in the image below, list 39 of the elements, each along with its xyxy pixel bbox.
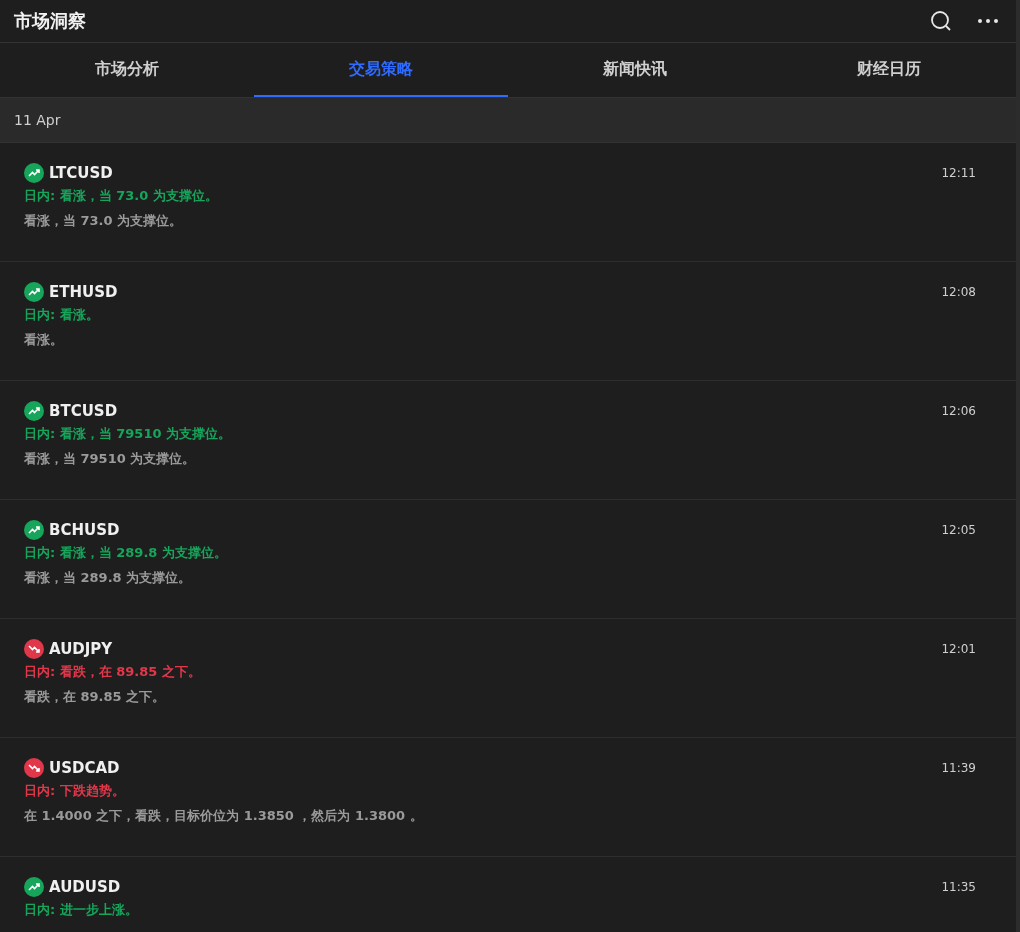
trend-down-icon bbox=[24, 758, 44, 778]
strategy-summary: 日内: 看涨，当 79510 为支撑位。 bbox=[24, 425, 232, 443]
strategy-summary: 日内: 下跌趋势。 bbox=[24, 782, 126, 800]
symbol-label: AUDUSD bbox=[49, 878, 121, 896]
strategy-summary: 日内: 看涨，当 289.8 为支撑位。 bbox=[24, 544, 228, 562]
time-label: 11:35 bbox=[941, 880, 976, 894]
tab[interactable]: 市场分析 bbox=[0, 43, 254, 97]
strategy-summary: 日内: 看跌，在 89.85 之下。 bbox=[24, 663, 202, 681]
time-label: 12:11 bbox=[941, 166, 976, 180]
trend-up-icon bbox=[24, 401, 44, 421]
trend-up-icon bbox=[24, 282, 44, 302]
time-label: 12:06 bbox=[941, 404, 976, 418]
tab[interactable]: 新闻快讯 bbox=[508, 43, 762, 97]
date-header: 11 Apr bbox=[0, 98, 1016, 143]
time-label: 11:39 bbox=[941, 761, 976, 775]
strategy-summary: 日内: 看涨，当 73.0 为支撑位。 bbox=[24, 187, 219, 205]
trend-up-icon bbox=[24, 163, 44, 183]
time-label: 12:05 bbox=[941, 523, 976, 537]
page-title: 市场洞察 bbox=[14, 9, 87, 33]
trend-down-icon bbox=[24, 639, 44, 659]
symbol-label: LTCUSD bbox=[49, 164, 113, 182]
strategy-detail: 看跌，在 89.85 之下。 bbox=[24, 688, 167, 706]
symbol-label: ETHUSD bbox=[49, 283, 118, 301]
symbol-label: AUDJPY bbox=[49, 640, 113, 658]
strategy-detail: 看涨，当 79510 为支撑位。 bbox=[24, 450, 197, 468]
strategy-detail: 看涨，当 289.8 为支撑位。 bbox=[24, 569, 193, 587]
strategy-detail: 看涨。 bbox=[24, 331, 64, 349]
symbol-label: USDCAD bbox=[49, 759, 120, 777]
symbol-label: BCHUSD bbox=[49, 521, 120, 539]
strategy-detail: 在 1.4000 之下，看跌，目标价位为 1.3850 ，然后为 1.3800 。 bbox=[24, 807, 424, 825]
trend-up-icon bbox=[24, 877, 44, 897]
trend-up-icon bbox=[24, 520, 44, 540]
strategy-summary: 日内: 看涨。 bbox=[24, 306, 100, 324]
time-label: 12:08 bbox=[941, 285, 976, 299]
symbol-label: BTCUSD bbox=[49, 402, 118, 420]
time-label: 12:01 bbox=[941, 642, 976, 656]
tab[interactable]: 财经日历 bbox=[762, 43, 1016, 97]
strategy-detail: 看涨，当 73.0 为支撑位。 bbox=[24, 212, 184, 230]
strategy-summary: 日内: 进一步上涨。 bbox=[24, 901, 139, 919]
